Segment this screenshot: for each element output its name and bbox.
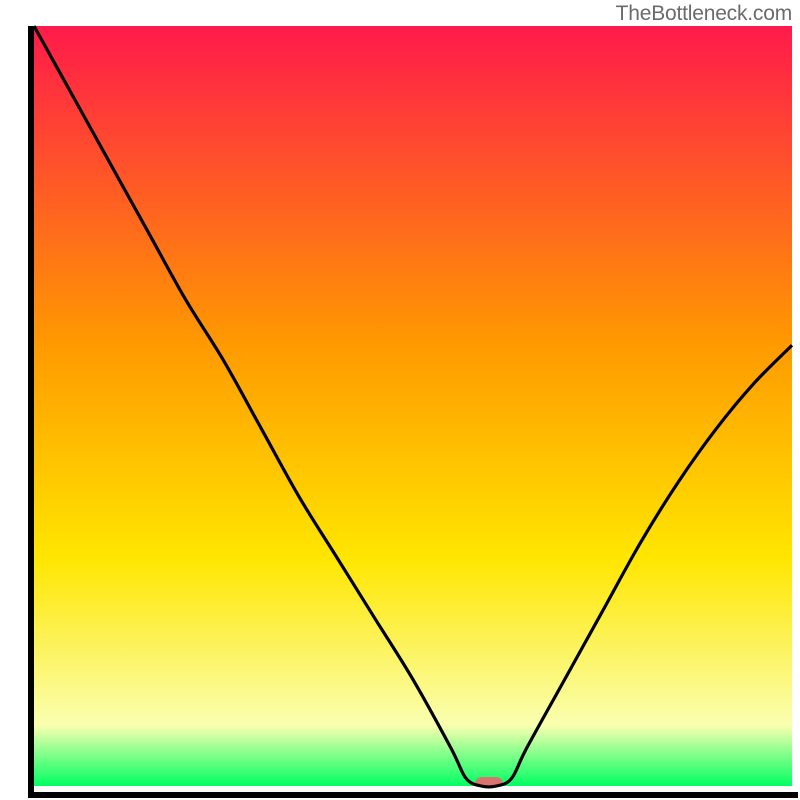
watermark-text: TheBottleneck.com [616, 2, 792, 26]
axis-frame [28, 26, 798, 798]
chart-container: TheBottleneck.com [0, 0, 800, 800]
